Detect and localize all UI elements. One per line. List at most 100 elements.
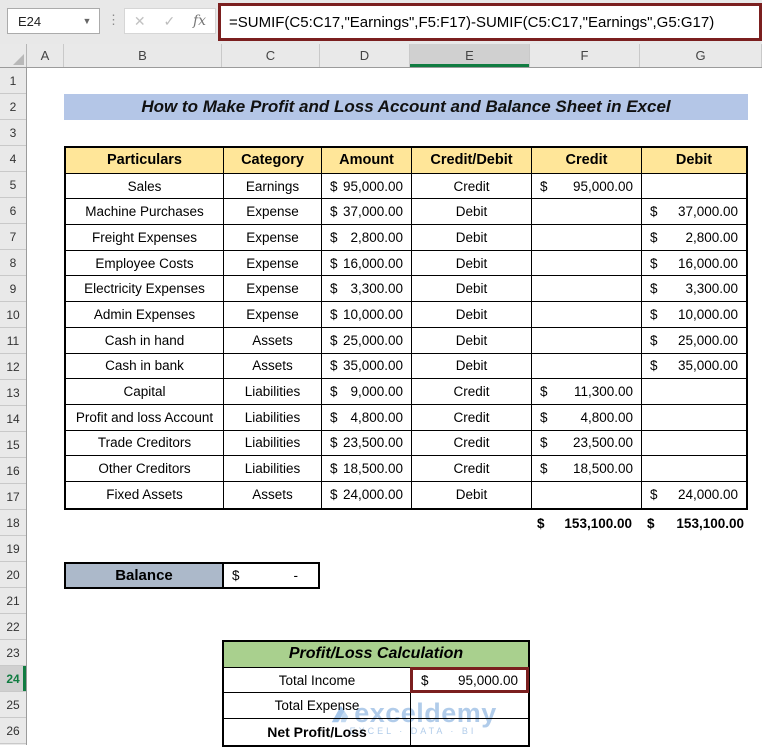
row-header-1[interactable]: 1 [0, 68, 26, 94]
ledger-cell-debit-12[interactable]: $35,000.00 [642, 354, 746, 380]
row-header-6[interactable]: 6 [0, 198, 26, 224]
ledger-header-particulars[interactable]: Particulars [66, 148, 224, 174]
ledger-cell-amount-10[interactable]: $10,000.00 [322, 302, 412, 328]
ledger-cell-credit-debit-17[interactable]: Debit [412, 482, 532, 508]
ledger-cell-amount-8[interactable]: $16,000.00 [322, 251, 412, 277]
ledger-cell-debit-14[interactable] [642, 405, 746, 431]
ledger-cell-credit-13[interactable]: $11,300.00 [532, 379, 642, 405]
ledger-cell-particulars-11[interactable]: Cash in hand [66, 328, 224, 354]
ledger-cell-particulars-9[interactable]: Electricity Expenses [66, 276, 224, 302]
row-header-18[interactable]: 18 [0, 510, 26, 536]
ledger-cell-category-17[interactable]: Assets [224, 482, 322, 508]
ledger-cell-credit-14[interactable]: $4,800.00 [532, 405, 642, 431]
row-header-26[interactable]: 26 [0, 718, 26, 744]
row-header-11[interactable]: 11 [0, 328, 26, 354]
ledger-cell-credit-debit-7[interactable]: Debit [412, 225, 532, 251]
ledger-cell-category-8[interactable]: Expense [224, 251, 322, 277]
ledger-header-credit[interactable]: Credit [532, 148, 642, 174]
ledger-cell-credit-debit-13[interactable]: Credit [412, 379, 532, 405]
ledger-cell-amount-11[interactable]: $25,000.00 [322, 328, 412, 354]
ledger-cell-category-10[interactable]: Expense [224, 302, 322, 328]
ledger-cell-debit-11[interactable]: $25,000.00 [642, 328, 746, 354]
formula-bar-separator-dots[interactable]: ⋮ [107, 13, 120, 26]
namebox-dropdown-icon[interactable]: ▼ [75, 16, 99, 26]
ledger-cell-particulars-8[interactable]: Employee Costs [66, 251, 224, 277]
enter-icon[interactable]: ✓ [163, 13, 175, 30]
row-header-23[interactable]: 23 [0, 640, 26, 666]
ledger-header-debit[interactable]: Debit [642, 148, 746, 174]
ledger-cell-particulars-13[interactable]: Capital [66, 379, 224, 405]
ledger-cell-category-5[interactable]: Earnings [224, 174, 322, 200]
row-header-10[interactable]: 10 [0, 302, 26, 328]
ledger-cell-amount-12[interactable]: $35,000.00 [322, 354, 412, 380]
ledger-cell-credit-8[interactable] [532, 251, 642, 277]
formula-bar-input[interactable]: =SUMIF(C5:C17,"Earnings",F5:F17)-SUMIF(C… [218, 3, 762, 41]
ledger-cell-credit-17[interactable] [532, 482, 642, 508]
ledger-cell-debit-7[interactable]: $2,800.00 [642, 225, 746, 251]
debit-total-cell[interactable]: $ 153,100.00 [640, 510, 748, 536]
ledger-cell-particulars-16[interactable]: Other Creditors [66, 456, 224, 482]
pl-label-total-income[interactable]: Total Income [224, 668, 411, 693]
name-box[interactable]: E24 ▼ [7, 8, 100, 34]
row-header-15[interactable]: 15 [0, 432, 26, 458]
ledger-cell-category-16[interactable]: Liabilities [224, 456, 322, 482]
ledger-cell-category-11[interactable]: Assets [224, 328, 322, 354]
ledger-cell-credit-debit-9[interactable]: Debit [412, 276, 532, 302]
ledger-cell-particulars-15[interactable]: Trade Creditors [66, 431, 224, 457]
ledger-cell-debit-6[interactable]: $37,000.00 [642, 199, 746, 225]
row-header-12[interactable]: 12 [0, 354, 26, 380]
ledger-cell-debit-13[interactable] [642, 379, 746, 405]
ledger-cell-credit-9[interactable] [532, 276, 642, 302]
row-header-21[interactable]: 21 [0, 588, 26, 614]
column-header-C[interactable]: C [222, 44, 320, 67]
ledger-cell-debit-8[interactable]: $16,000.00 [642, 251, 746, 277]
column-header-D[interactable]: D [320, 44, 410, 67]
row-header-16[interactable]: 16 [0, 458, 26, 484]
row-header-5[interactable]: 5 [0, 172, 26, 198]
ledger-cell-credit-6[interactable] [532, 199, 642, 225]
ledger-cell-amount-6[interactable]: $37,000.00 [322, 199, 412, 225]
row-header-19[interactable]: 19 [0, 536, 26, 562]
ledger-cell-particulars-10[interactable]: Admin Expenses [66, 302, 224, 328]
ledger-cell-credit-10[interactable] [532, 302, 642, 328]
profit-loss-title-cell[interactable]: Profit/Loss Calculation [224, 642, 528, 668]
ledger-cell-amount-17[interactable]: $24,000.00 [322, 482, 412, 508]
ledger-header-amount[interactable]: Amount [322, 148, 412, 174]
ledger-cell-credit-7[interactable] [532, 225, 642, 251]
credit-total-cell[interactable]: $ 153,100.00 [530, 510, 640, 536]
balance-value-cell[interactable]: $ - [222, 564, 318, 587]
ledger-header-credit-debit[interactable]: Credit/Debit [412, 148, 532, 174]
pl-value-net-profit-loss[interactable] [411, 719, 528, 745]
column-header-E[interactable]: E [410, 44, 530, 67]
ledger-cell-category-9[interactable]: Expense [224, 276, 322, 302]
row-header-14[interactable]: 14 [0, 406, 26, 432]
ledger-cell-credit-debit-12[interactable]: Debit [412, 354, 532, 380]
pl-label-total-expense[interactable]: Total Expense [224, 693, 411, 718]
row-header-9[interactable]: 9 [0, 276, 26, 302]
ledger-cell-debit-15[interactable] [642, 431, 746, 457]
ledger-cell-amount-15[interactable]: $23,500.00 [322, 431, 412, 457]
ledger-cell-particulars-17[interactable]: Fixed Assets [66, 482, 224, 508]
ledger-cell-credit-12[interactable] [532, 354, 642, 380]
row-header-13[interactable]: 13 [0, 380, 26, 406]
row-header-24[interactable]: 24 [0, 666, 26, 692]
row-header-2[interactable]: 2 [0, 94, 26, 120]
column-header-B[interactable]: B [64, 44, 222, 67]
ledger-cell-particulars-7[interactable]: Freight Expenses [66, 225, 224, 251]
column-header-F[interactable]: F [530, 44, 640, 67]
ledger-cell-amount-16[interactable]: $18,500.00 [322, 456, 412, 482]
sheet-title-cell[interactable]: How to Make Profit and Loss Account and … [64, 94, 748, 120]
ledger-cell-credit-debit-15[interactable]: Credit [412, 431, 532, 457]
ledger-cell-amount-5[interactable]: $95,000.00 [322, 174, 412, 200]
insert-function-icon[interactable]: fx [193, 13, 206, 29]
ledger-header-category[interactable]: Category [224, 148, 322, 174]
ledger-cell-credit-debit-10[interactable]: Debit [412, 302, 532, 328]
ledger-cell-amount-7[interactable]: $2,800.00 [322, 225, 412, 251]
column-header-A[interactable]: A [27, 44, 64, 67]
ledger-cell-credit-11[interactable] [532, 328, 642, 354]
row-header-7[interactable]: 7 [0, 224, 26, 250]
ledger-cell-amount-9[interactable]: $3,300.00 [322, 276, 412, 302]
ledger-cell-credit-debit-8[interactable]: Debit [412, 251, 532, 277]
column-header-G[interactable]: G [640, 44, 762, 67]
row-header-20[interactable]: 20 [0, 562, 26, 588]
